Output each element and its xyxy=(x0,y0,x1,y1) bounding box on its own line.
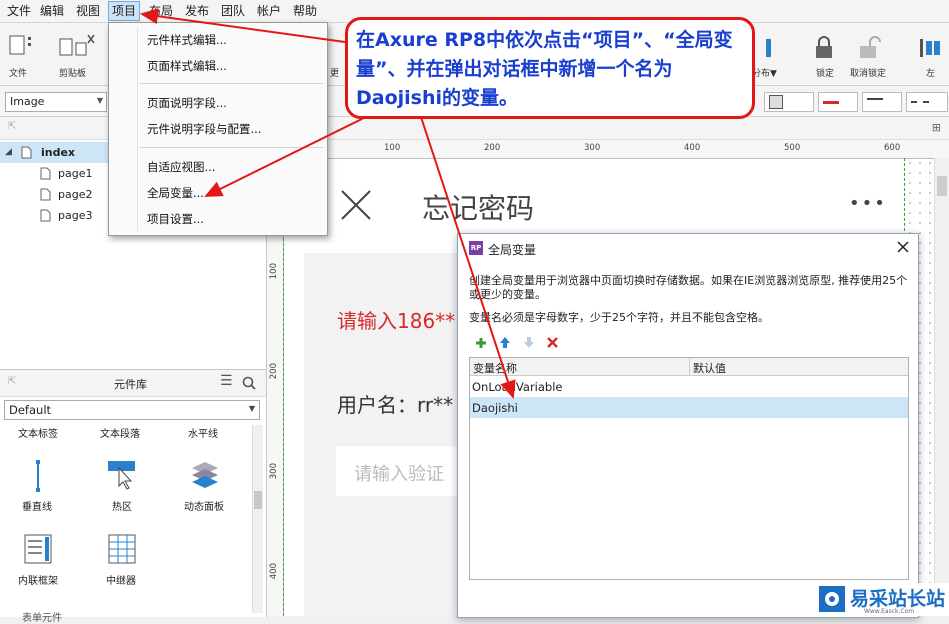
site-watermark: 易采站长站 Www.Easck.Com xyxy=(816,583,949,616)
annotation-callout: 在Axure RP8中依次点击“项目”、“全局变量”、并在弹出对话框中新增一个名… xyxy=(345,17,755,119)
watermark-text: 易采站长站 xyxy=(850,588,946,610)
watermark-url: Www.Easck.Com xyxy=(864,608,915,615)
callout-text: 在Axure RP8中依次点击“项目”、“全局变量”、并在弹出对话框中新增一个名… xyxy=(356,29,733,109)
watermark-logo-icon xyxy=(819,586,845,612)
